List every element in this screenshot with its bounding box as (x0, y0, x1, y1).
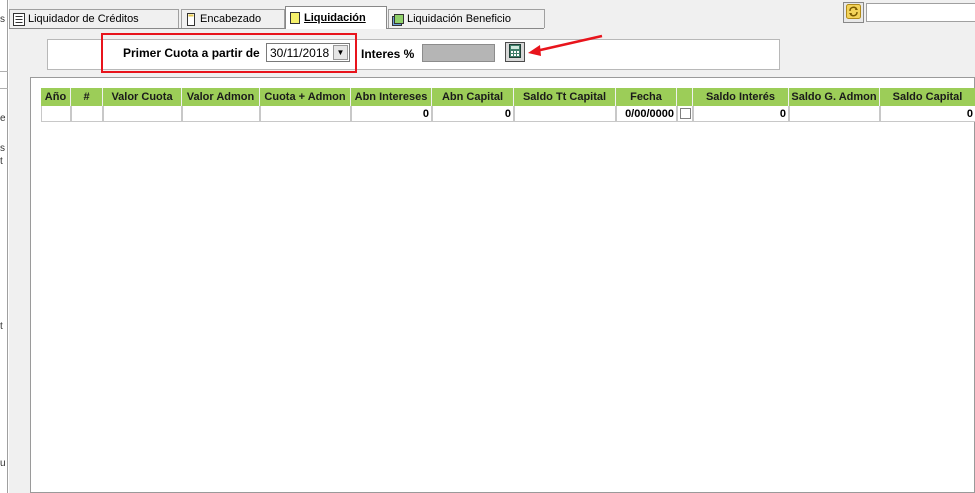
tab-liquidacion-beneficio[interactable]: Liquidación Beneficio (388, 9, 545, 28)
table-cell[interactable]: 0 (432, 106, 514, 122)
date-value: 30/11/2018 (270, 45, 330, 60)
liquidation-panel: Liquidador de Créditos Encabezado Liquid… (9, 0, 975, 493)
interest-label: Interes % (361, 47, 415, 61)
column-header[interactable]: Valor Cuota (103, 88, 182, 106)
tab-label: Liquidador de Créditos (28, 13, 139, 25)
refresh-icon (846, 3, 861, 22)
tab-liquidacion[interactable]: Liquidación (285, 6, 387, 29)
column-header[interactable]: Saldo G. Admon (789, 88, 880, 106)
calculate-button[interactable] (505, 42, 525, 62)
column-header[interactable]: Fecha (616, 88, 677, 106)
clipped-text: t (0, 156, 3, 167)
top-search-field[interactable] (866, 3, 975, 22)
first-quota-label: Primer Cuota a partir de (123, 46, 260, 60)
calculator-icon (508, 43, 522, 61)
annotation-arrow (528, 34, 603, 56)
table-cell[interactable] (103, 106, 182, 122)
table-cell[interactable] (182, 106, 260, 122)
tab-label: Encabezado (200, 13, 262, 25)
stack-icon (392, 13, 404, 26)
column-header[interactable]: Abn Intereses (351, 88, 432, 106)
tab-strip-line (9, 28, 544, 29)
row-checkbox[interactable] (679, 108, 691, 119)
table-cell[interactable] (71, 106, 103, 122)
clipped-text: s (0, 14, 5, 25)
first-quota-date-picker[interactable]: 30/11/2018 ▼ (266, 43, 350, 62)
clipped-text: t (0, 321, 3, 332)
table-cell[interactable] (41, 106, 71, 122)
column-header[interactable]: Abn Capital (432, 88, 514, 106)
note-icon (289, 11, 301, 25)
table-row[interactable]: 0 0 0/00/0000 0 0 (41, 106, 975, 122)
column-header[interactable]: Año (41, 88, 71, 106)
table-cell[interactable] (260, 106, 351, 122)
tab-liquidador-creditos[interactable]: Liquidador de Créditos (9, 9, 179, 28)
clipped-text: e (0, 113, 6, 124)
table-cell[interactable]: 0 (351, 106, 432, 122)
table-cell (677, 106, 693, 122)
column-header[interactable]: Cuota + Admon (260, 88, 351, 106)
table-cell[interactable] (789, 106, 880, 122)
table-cell[interactable]: 0/00/0000 (616, 106, 677, 122)
clipped-text: s (0, 143, 5, 154)
interest-input[interactable] (422, 44, 495, 62)
clipped-text: u (0, 458, 6, 469)
grid-header: Año # Valor Cuota Valor Admon Cuota + Ad… (41, 88, 975, 106)
tab-encabezado[interactable]: Encabezado (181, 9, 285, 28)
column-header[interactable] (677, 88, 693, 106)
chevron-down-icon[interactable]: ▼ (333, 45, 348, 60)
table-cell[interactable] (514, 106, 616, 122)
divider (0, 88, 8, 89)
document-icon (185, 12, 197, 26)
column-header[interactable]: Saldo Tt Capital (514, 88, 616, 106)
column-header[interactable]: Valor Admon (182, 88, 260, 106)
divider (0, 71, 8, 72)
column-header[interactable]: # (71, 88, 103, 106)
column-header[interactable]: Saldo Interés (693, 88, 789, 106)
tab-label: Liquidación Beneficio (407, 13, 511, 25)
left-clipped-panel: s e s t t u (0, 0, 8, 493)
refresh-button[interactable] (843, 2, 864, 23)
column-header[interactable]: Saldo Capital (880, 88, 975, 106)
list-icon (13, 12, 25, 26)
installments-grid: Año # Valor Cuota Valor Admon Cuota + Ad… (30, 77, 975, 493)
tab-label: Liquidación (304, 12, 366, 24)
table-cell[interactable]: 0 (693, 106, 789, 122)
table-cell[interactable]: 0 (880, 106, 975, 122)
